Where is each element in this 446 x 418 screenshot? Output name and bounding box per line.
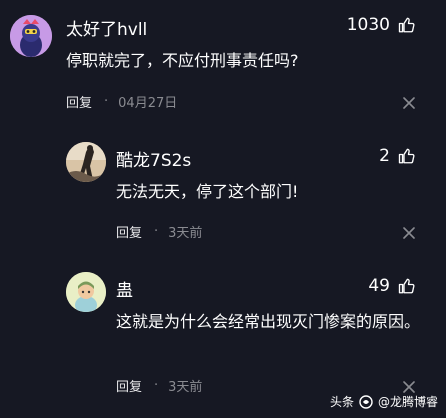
thumbs-up-icon[interactable] — [398, 16, 416, 34]
close-icon[interactable] — [403, 381, 415, 393]
comment-meta: 回复 · 3天前 — [116, 376, 202, 395]
username[interactable]: 太好了hvll — [66, 15, 147, 40]
avatar[interactable] — [66, 272, 106, 312]
close-icon[interactable] — [403, 97, 415, 109]
comment-text: 无法无天，停了这个部门! — [116, 182, 299, 201]
comment-item: 太好了hvll 1030 停职就完了，不应付刑事责任吗? 回复 · 04月27日 — [0, 0, 446, 120]
comment-text: 这就是为什么会经常出现灭门惨案的原因。 — [116, 312, 421, 331]
comment-meta: 回复 · 3天前 — [116, 222, 202, 241]
thumbs-up-icon[interactable] — [398, 277, 416, 295]
comment-text: 停职就完了，不应付刑事责任吗? — [66, 51, 299, 70]
like-count: 1030 — [346, 15, 390, 35]
thumbs-up-icon[interactable] — [398, 147, 416, 165]
watermark-handle: @龙腾博睿 — [377, 395, 438, 409]
watermark: 头条 @龙腾博睿 — [330, 393, 438, 410]
separator-dot: · — [154, 378, 159, 393]
reply-button[interactable]: 回复 — [116, 376, 142, 395]
avatar[interactable] — [66, 142, 106, 182]
avatar-image — [10, 15, 52, 57]
timestamp: 3天前 — [168, 226, 203, 241]
separator-dot: · — [154, 224, 159, 239]
avatar-image — [66, 142, 106, 182]
separator-dot: · — [104, 94, 109, 109]
comment-meta: 回复 · 04月27日 — [66, 92, 177, 111]
reply-button[interactable]: 回复 — [66, 92, 92, 111]
like-count: 2 — [379, 146, 390, 166]
avatar[interactable] — [10, 15, 52, 57]
watermark-prefix: 头条 — [329, 395, 354, 409]
timestamp: 3天前 — [168, 380, 203, 395]
username[interactable]: 蛊 — [116, 276, 133, 301]
timestamp: 04月27日 — [118, 96, 178, 111]
close-icon[interactable] — [403, 227, 415, 239]
reply-item: 酷龙7S2s 2 无法无天，停了这个部门! 回复 · 3天前 — [0, 120, 446, 250]
watermark-logo-icon — [359, 394, 373, 409]
username[interactable]: 酷龙7S2s — [116, 146, 191, 171]
avatar-image — [66, 272, 106, 312]
reply-button[interactable]: 回复 — [116, 222, 142, 241]
like-count: 49 — [368, 276, 390, 296]
